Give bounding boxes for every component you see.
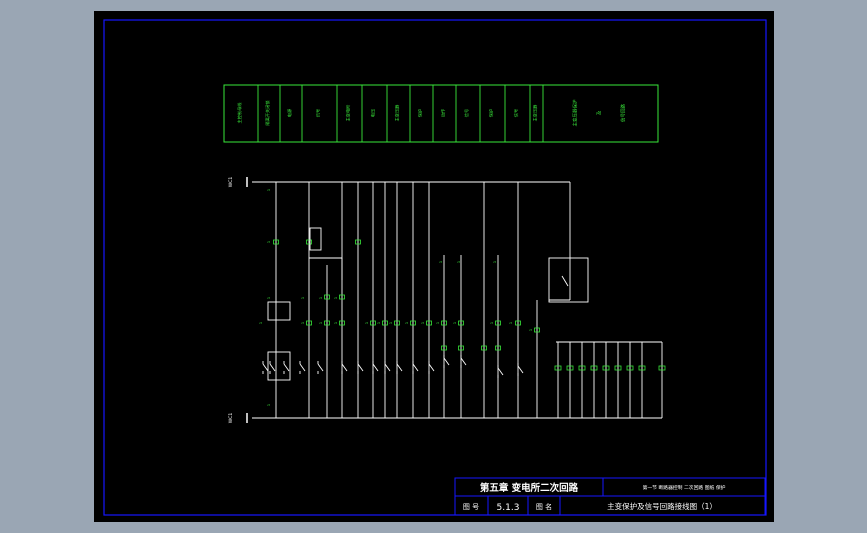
cad-viewer: 主控制母线 隔离开关闭锁 电源 讯号 主变电所 电压 主变压器 保护 动作 信号 保护 信号 主变压器主… <box>0 0 867 533</box>
project-info: 第一节 断路器控制 二次回路 图纸 保护 <box>643 484 726 491</box>
header-label: 主控制母线 <box>236 102 243 124</box>
header-label: 讯号 <box>315 109 322 117</box>
header-label: 主变压器 <box>394 104 401 122</box>
top-bus-label: WC1 <box>228 177 234 188</box>
drawing-no: 5.1.3 <box>497 503 520 513</box>
header-label: 主变电所 <box>345 105 352 122</box>
header-label: 信号 <box>513 109 520 117</box>
drawing-name-label: 图 名 <box>536 502 552 511</box>
header-label: 保护 <box>488 109 495 117</box>
header-last-label: 及 <box>597 110 603 115</box>
sheet-background <box>94 11 774 522</box>
header-label: 电压 <box>370 109 377 117</box>
drawing-name: 主变保护及信号回路接线图（1） <box>607 501 717 511</box>
header-label: 电源 <box>286 108 293 117</box>
header-label: 保护 <box>417 109 424 117</box>
bottom-bus-label: WC1 <box>228 413 234 424</box>
header-label: 动作 <box>440 108 447 117</box>
header-label: 信号 <box>463 109 470 117</box>
chapter-title: 第五章 变电所二次回路 <box>480 482 579 494</box>
header-last-label: 主变压器保护 <box>572 99 579 126</box>
drawing-no-label: 图 号 <box>463 503 479 511</box>
header-last-label: 信号回路 <box>620 104 627 122</box>
header-label: 主变压器 <box>532 104 539 122</box>
header-label: 隔离开关闭锁 <box>264 100 271 126</box>
drawing-canvas[interactable]: 主控制母线 隔离开关闭锁 电源 讯号 主变电所 电压 主变压器 保护 动作 信号 保护 信号 主变压器主… <box>0 0 867 533</box>
